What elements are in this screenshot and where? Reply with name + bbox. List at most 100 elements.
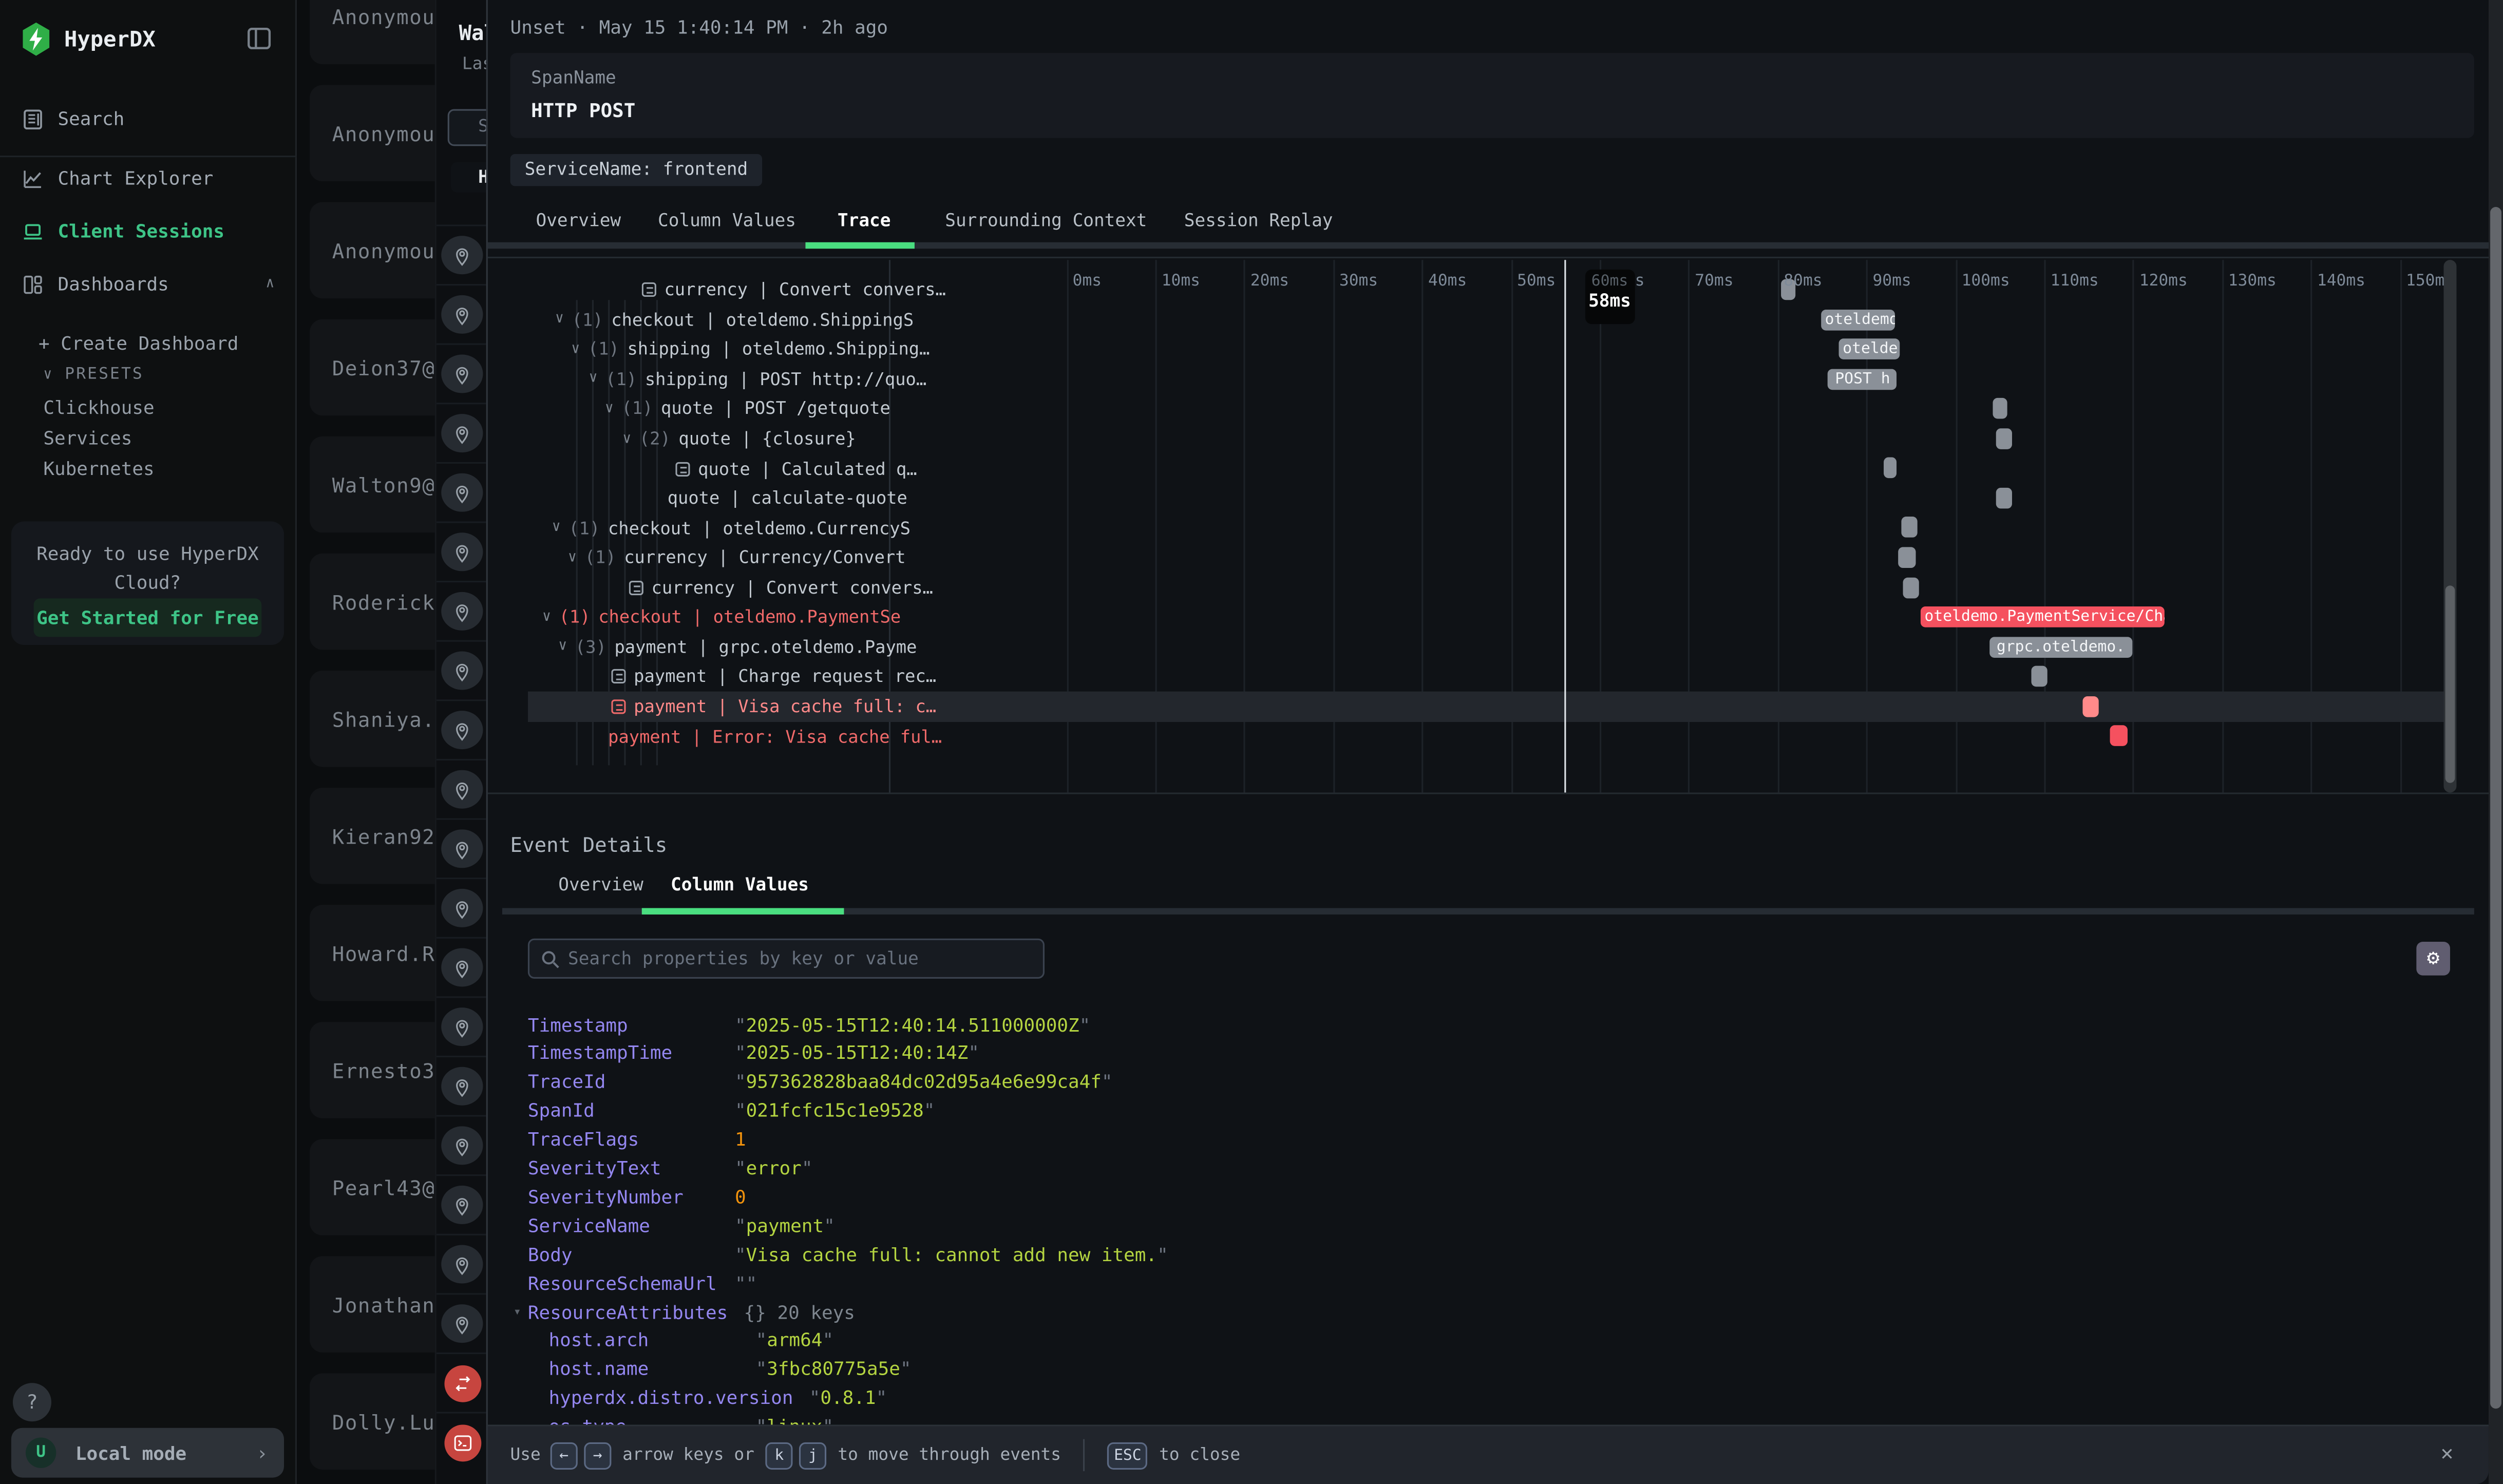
session-list-item[interactable]: Howard.Run	[310, 905, 435, 1001]
sidebar-item-client-sessions[interactable]: Client Sessions	[23, 220, 224, 242]
event-row[interactable]	[437, 759, 486, 819]
sidebar-item-dashboards[interactable]: Dashboards ∧	[23, 273, 275, 295]
span-duration-bar[interactable]	[1898, 547, 1915, 568]
span-duration-bar[interactable]	[1996, 428, 2012, 449]
event-row[interactable]	[437, 403, 486, 462]
property-row[interactable]: TraceFlags1	[528, 1126, 746, 1153]
chevron-down-icon[interactable]: ∨	[622, 431, 631, 447]
trace-row[interactable]: ∨(1)quote | POST /getquote	[528, 394, 2447, 424]
presets-header[interactable]: ∨ PRESETS	[43, 366, 144, 383]
session-list-item[interactable]: Roderick_S	[310, 554, 435, 650]
property-row[interactable]: ▾ResourceAttributes{} 20 keys	[528, 1298, 855, 1325]
property-row[interactable]: ServiceName"payment"	[528, 1212, 835, 1239]
trace-row[interactable]: ∨(2)quote | {closure}	[528, 424, 2447, 454]
property-row[interactable]: ResourceSchemaUrl""	[528, 1269, 757, 1297]
session-list-item[interactable]: Pearl43@ho	[310, 1139, 435, 1235]
trace-row[interactable]: ∨(1)shipping | POST http://quo…POST h	[528, 365, 2447, 394]
event-row[interactable]	[437, 1293, 486, 1353]
property-row[interactable]: host.name"3fbc80775a5e"	[549, 1355, 912, 1382]
event-row[interactable]	[437, 996, 486, 1056]
session-list-item[interactable]: Walton9@ho	[310, 436, 435, 532]
span-duration-bar[interactable]	[1902, 517, 1917, 538]
scrollbar-thumb[interactable]	[2490, 207, 2501, 1409]
property-row[interactable]: TraceId"957362828baa84dc02d95a4e6e99ca4f…	[528, 1068, 1113, 1095]
sidebar-item-search[interactable]: Search	[23, 107, 125, 130]
trace-span-label[interactable]: ∨(3)payment | grpc.oteldemo.Paymen…	[558, 632, 918, 662]
trace-row[interactable]: ∨(1)checkout | oteldemo.CurrencySe…	[528, 513, 2447, 543]
event-row[interactable]	[437, 1234, 486, 1293]
trace-span-label[interactable]: ∨(1)checkout | oteldemo.ShippingSe…	[555, 305, 915, 335]
span-duration-bar[interactable]: oteldemo.	[1822, 309, 1895, 330]
trace-row[interactable]: ∨(3)payment | grpc.oteldemo.Paymen…grpc.…	[528, 632, 2447, 662]
tab-session-replay[interactable]: Session Replay	[1184, 210, 1333, 231]
help-button[interactable]: ?	[13, 1383, 51, 1421]
sidebar-item-services[interactable]: Services	[43, 427, 132, 449]
events-search-input[interactable]: Sea	[448, 109, 486, 146]
session-list-item[interactable]: Anonymous	[310, 202, 435, 298]
scrollbar-thumb[interactable]	[2445, 585, 2455, 783]
property-row[interactable]: SeverityNumber0	[528, 1183, 746, 1210]
trace-span-label[interactable]: quote | Calculated q…	[675, 454, 1035, 484]
trace-span-label[interactable]: ∨(2)quote | {closure}	[622, 424, 982, 454]
span-duration-bar[interactable]	[2111, 726, 2128, 747]
trace-span-label[interactable]: currency | Convert convers…	[642, 275, 1001, 305]
create-dashboard-button[interactable]: + Create Dashboard	[39, 332, 238, 355]
trace-row[interactable]: ∨(1)checkout | oteldemo.PaymentServi… ote…	[528, 602, 2447, 632]
property-row[interactable]: SeverityText"error"	[528, 1154, 813, 1182]
span-duration-bar[interactable]	[1904, 577, 1919, 598]
session-list-item[interactable]: Deion37@gm	[310, 319, 435, 415]
event-details-tab-column-values[interactable]: Column Values	[671, 874, 809, 896]
tab-trace[interactable]: Trace	[838, 210, 890, 231]
trace-row[interactable]: ∨(1)currency | Currency/Convert	[528, 543, 2447, 573]
span-duration-bar[interactable]	[2031, 666, 2046, 687]
event-row[interactable]	[437, 878, 486, 937]
logo[interactable]: HyperDX	[21, 23, 156, 56]
property-row[interactable]: TimestampTime"2025-05-15T12:40:14Z"	[528, 1039, 979, 1067]
property-row[interactable]: Timestamp"2025-05-15T12:40:14.511000000Z…	[528, 1011, 1090, 1038]
session-list-item[interactable]: Anonymous	[310, 85, 435, 181]
trace-row[interactable]: payment | Charge request rec…	[528, 662, 2447, 692]
chevron-down-icon[interactable]: ∨	[589, 371, 598, 387]
trace-span-label[interactable]: quote | calculate-quote	[668, 484, 1027, 513]
sidebar-item-kubernetes[interactable]: Kubernetes	[43, 457, 154, 480]
property-row[interactable]: hyperdx.distro.version"0.8.1"	[549, 1384, 887, 1411]
trace-row[interactable]: payment | Visa cache full: c…	[528, 692, 2447, 721]
trace-row[interactable]: currency | Convert convers…	[528, 573, 2447, 602]
trace-scrollbar[interactable]	[2443, 260, 2456, 792]
session-list-item[interactable]: Dolly.Lub	[310, 1373, 435, 1469]
tab-column-values[interactable]: Column Values	[658, 210, 796, 231]
session-list-item[interactable]: Ernesto33@	[310, 1022, 435, 1118]
trace-span-label[interactable]: ∨(1)shipping | POST http://quo…	[589, 365, 949, 394]
event-row[interactable]	[437, 1353, 486, 1412]
trace-row[interactable]: payment | Error: Visa cache ful…	[528, 721, 2447, 751]
trace-row[interactable]: quote | calculate-quote	[528, 484, 2447, 513]
trace-span-label[interactable]: ∨(1)checkout | oteldemo.PaymentServi…	[542, 602, 902, 632]
event-details-tab-overview[interactable]: Overview	[558, 874, 643, 896]
span-duration-bar[interactable]	[1883, 458, 1898, 479]
chevron-down-icon[interactable]: ∨	[605, 401, 614, 417]
sidebar-item-chart-explorer[interactable]: Chart Explorer	[23, 167, 214, 189]
trace-span-label[interactable]: currency | Convert convers…	[629, 573, 989, 602]
trace-span-label[interactable]: payment | Visa cache full: c…	[611, 692, 971, 721]
span-duration-bar[interactable]: oteldemo.PaymentService/Char	[1921, 606, 2165, 627]
event-row[interactable]	[437, 818, 486, 878]
span-duration-bar[interactable]	[1996, 487, 2012, 508]
chevron-down-icon[interactable]: ∨	[552, 520, 561, 536]
event-row[interactable]	[437, 224, 486, 284]
property-row[interactable]: SpanId"021fcfc15c1e9528"	[528, 1097, 935, 1124]
gear-icon[interactable]: ⚙	[2416, 942, 2450, 976]
service-name-chip[interactable]: ServiceName: frontend	[510, 154, 763, 186]
property-row[interactable]: host.arch"arm64"	[549, 1327, 834, 1354]
event-row[interactable]	[437, 1115, 486, 1174]
chevron-down-icon[interactable]: ∨	[571, 341, 580, 357]
event-row[interactable]	[437, 462, 486, 522]
chevron-down-icon[interactable]: ∨	[555, 312, 564, 328]
trace-row[interactable]: ∨(1)checkout | oteldemo.ShippingSe… oteld…	[528, 305, 2447, 335]
session-list-item[interactable]: Shaniya.Sc	[310, 671, 435, 767]
event-row[interactable]	[437, 521, 486, 581]
sidebar-item-clickhouse[interactable]: Clickhouse	[43, 396, 154, 419]
property-row[interactable]: Body"Visa cache full: cannot add new ite…	[528, 1241, 1168, 1268]
sidebar-collapse-icon[interactable]	[247, 27, 271, 50]
events-filter-button[interactable]: H	[451, 162, 486, 193]
triangle-down-icon[interactable]: ▾	[514, 1304, 521, 1319]
